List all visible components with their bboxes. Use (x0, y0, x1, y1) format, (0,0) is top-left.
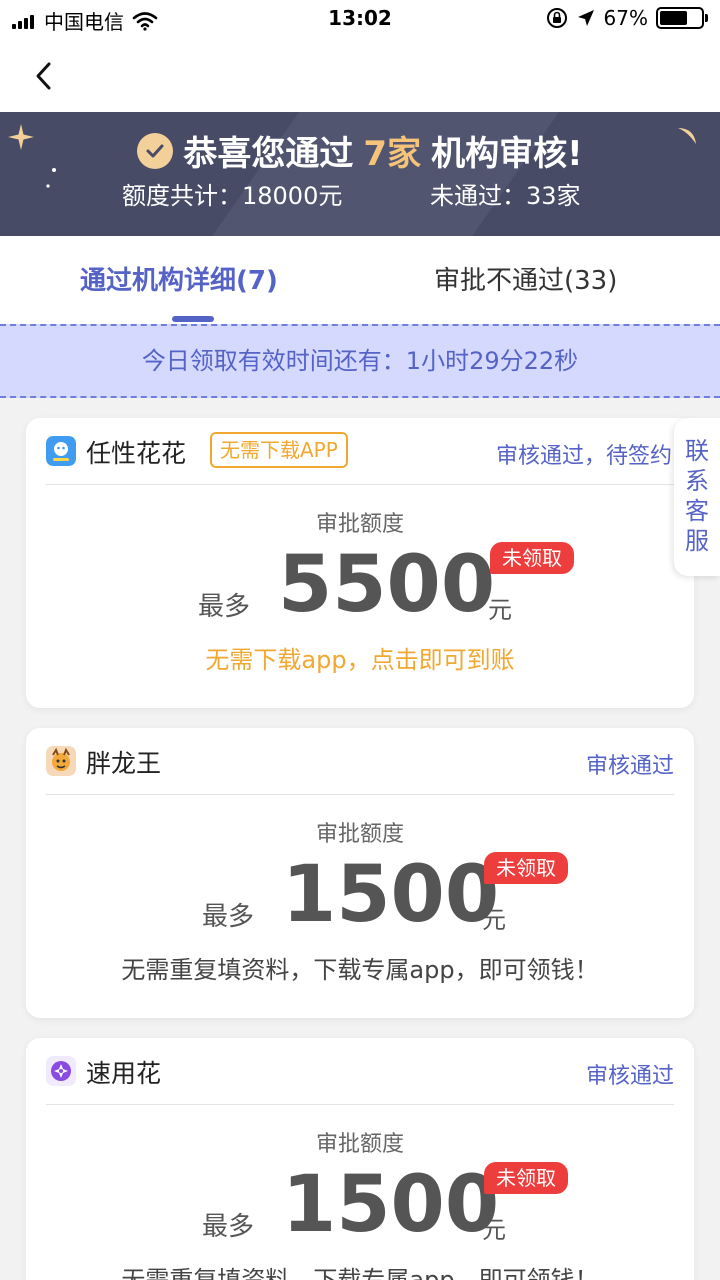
quota-prefix: 最多 (202, 1212, 255, 1242)
quota-amount: 5500 (278, 540, 496, 630)
countdown-banner: 今日领取有效时间还有：1小时29分22秒 (0, 324, 720, 398)
back-button[interactable] (22, 54, 66, 98)
quota-unit: 元 (488, 596, 512, 624)
card-divider (46, 794, 674, 795)
unclaimed-badge: 未领取 (484, 1162, 568, 1194)
card-divider (46, 1104, 674, 1105)
banner-title-suffix: 机构审核! (431, 134, 583, 174)
quota-unit: 元 (482, 906, 506, 934)
quota-amount: 1500 (282, 1160, 500, 1250)
card-header: 胖龙王 审核通过 (26, 728, 694, 794)
banner-title-prefix: 恭喜您通过 (183, 134, 354, 174)
hippo-icon (46, 436, 76, 466)
tab-underline (172, 316, 214, 322)
dragon-icon (46, 746, 76, 776)
lender-card[interactable]: 速用花 审核通过 审批额度 最多 1500 元 未领取 无需重复填资料，下载专属… (26, 1038, 694, 1280)
tab-bar: 通过机构详细(7) 审批不通过(33) (0, 236, 720, 324)
review-status: 审核通过，待签约 (495, 444, 672, 469)
review-status: 审核通过 (585, 754, 674, 779)
card-header: 任性花花 无需下载APP 审核通过，待签约 (26, 418, 694, 484)
card-description: 无需重复填资料，下载专属app，即可领钱！ (121, 956, 599, 984)
battery-percent: 67% (603, 6, 648, 30)
check-icon (137, 132, 174, 169)
review-status: 审核通过 (585, 1064, 674, 1089)
lender-card[interactable]: 任性花花 无需下载APP 审核通过，待签约 审批额度 最多 5500 元 未领取… (26, 418, 694, 708)
quota-prefix: 最多 (202, 902, 255, 932)
success-banner: 恭喜您通过 7家 机构审核! 额度共计：18000元 未通过：33家 (0, 112, 720, 236)
quota-unit: 元 (482, 1216, 506, 1244)
battery-fill (660, 11, 687, 25)
lender-name: 任性花花 (86, 439, 187, 468)
nav-bar (0, 40, 720, 112)
tab-passed[interactable]: 通过机构详细(7) (80, 260, 278, 297)
lender-name: 胖龙王 (86, 749, 162, 778)
quota-prefix: 最多 (198, 592, 251, 622)
card-header: 速用花 审核通过 (26, 1038, 694, 1104)
card-description: 无需下载app，点击即可到账 (205, 646, 515, 674)
quota-label: 审批额度 (315, 1132, 404, 1157)
unclaimed-badge: 未领取 (490, 542, 574, 574)
tab-rejected[interactable]: 审批不通过(33) (434, 260, 617, 297)
lender-card[interactable]: 胖龙王 审核通过 审批额度 最多 1500 元 未领取 无需重复填资料，下载专属… (26, 728, 694, 1018)
customer-service-label: 联系客服 (685, 437, 709, 555)
lender-name: 速用花 (86, 1059, 162, 1088)
status-right: 67% (546, 6, 708, 30)
quota-amount: 1500 (282, 850, 500, 940)
rotation-lock-icon (546, 8, 567, 28)
banner-title: 恭喜您通过 7家 机构审核! (0, 126, 720, 175)
quota-label: 审批额度 (315, 512, 404, 537)
card-description: 无需重复填资料，下载专属app，即可领钱！ (121, 1266, 599, 1280)
quota-label: 审批额度 (315, 822, 404, 847)
total-quota: 额度共计：18000元 (122, 182, 343, 210)
chevron-left-icon (36, 62, 51, 90)
location-arrow-icon (577, 10, 594, 26)
battery-icon (656, 7, 708, 29)
status-bar: 中国电信 13:02 67% (0, 0, 720, 40)
customer-service-button[interactable]: 联系客服 (674, 418, 720, 576)
flower-icon (46, 1056, 76, 1086)
no-download-tag: 无需下载APP (210, 432, 348, 468)
card-divider (46, 484, 674, 485)
not-passed-count: 未通过：33家 (430, 182, 581, 210)
unclaimed-badge: 未领取 (484, 852, 568, 884)
banner-title-highlight: 7家 (363, 134, 422, 174)
